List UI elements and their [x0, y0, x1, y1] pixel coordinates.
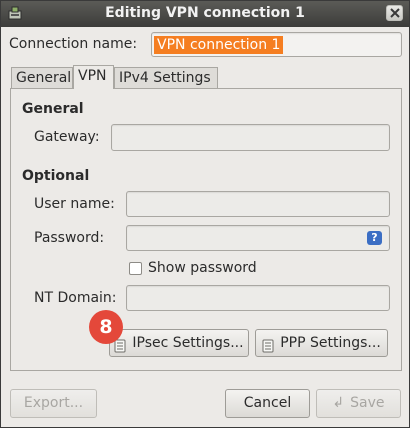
connection-name-label: Connection name:	[9, 36, 138, 52]
nt-domain-input[interactable]	[126, 285, 390, 311]
optional-heading: Optional	[22, 168, 90, 184]
password-label: Password:	[34, 230, 105, 246]
gateway-input[interactable]	[111, 124, 390, 151]
title-bar[interactable]: Editing VPN connection 1	[1, 1, 409, 27]
window-title: Editing VPN connection 1	[105, 5, 305, 21]
ipsec-settings-label: IPsec Settings...	[132, 335, 244, 351]
tab-ipv4-settings[interactable]: IPv4 Settings	[114, 67, 218, 89]
close-button[interactable]	[386, 5, 403, 21]
close-icon	[390, 8, 400, 18]
tab-vpn[interactable]: VPN	[73, 65, 114, 89]
nt-domain-label: NT Domain:	[34, 290, 117, 306]
password-input[interactable]: ?	[126, 225, 390, 251]
username-label: User name:	[34, 196, 115, 212]
general-heading: General	[22, 101, 84, 117]
connection-name-field[interactable]: VPN connection 1	[151, 32, 402, 57]
step-badge: 8	[89, 310, 123, 344]
show-password-label[interactable]: Show password	[148, 260, 257, 276]
ipsec-settings-button[interactable]: IPsec Settings...	[109, 329, 249, 357]
username-input[interactable]	[126, 191, 390, 217]
tab-general[interactable]: General	[11, 67, 73, 89]
save-label: Save	[350, 395, 385, 411]
save-icon: ↲	[332, 395, 345, 411]
cancel-button[interactable]: Cancel	[225, 389, 310, 418]
settings-icon	[262, 336, 274, 353]
password-help-icon[interactable]: ?	[367, 231, 382, 245]
ppp-settings-label: PPP Settings...	[280, 335, 381, 351]
gateway-label: Gateway:	[34, 129, 100, 145]
save-button[interactable]: ↲ Save	[316, 389, 401, 418]
connection-name-value: VPN connection 1	[154, 36, 284, 54]
export-button[interactable]: Export...	[10, 389, 97, 418]
vpn-editor-window: Editing VPN connection 1 Connection name…	[0, 0, 410, 428]
show-password-checkbox[interactable]	[129, 262, 142, 275]
ppp-settings-button[interactable]: PPP Settings...	[255, 329, 388, 357]
